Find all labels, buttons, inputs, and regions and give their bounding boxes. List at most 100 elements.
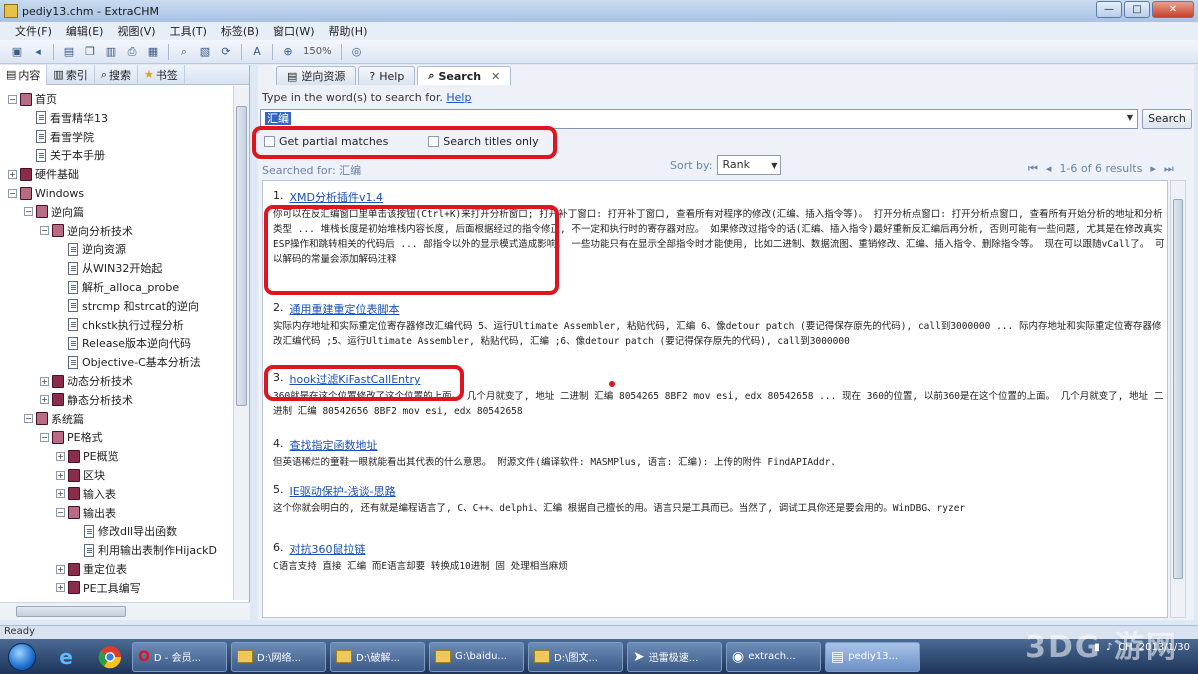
search-button[interactable]: Search xyxy=(1142,109,1192,129)
expand-icon[interactable]: + xyxy=(56,564,65,574)
tree-item[interactable]: − PE格式 xyxy=(40,428,103,446)
tree-item[interactable]: 从WIN32开始起 xyxy=(56,259,162,277)
tree-item[interactable]: + 硬件基础 xyxy=(8,165,79,183)
first-page-icon[interactable]: ⏮ xyxy=(1028,162,1038,176)
expand-icon[interactable]: + xyxy=(56,470,65,480)
tree-item[interactable]: Objective-C基本分析法 xyxy=(56,353,201,371)
taskbar-button[interactable]: ➤ 迅雷极速... xyxy=(627,641,722,672)
help-link[interactable]: Help xyxy=(446,91,471,104)
expand-icon[interactable]: + xyxy=(40,395,49,405)
maximize-button[interactable]: □ xyxy=(1124,1,1150,18)
taskbar-button[interactable]: G:\baidu... xyxy=(429,641,524,672)
collapse-icon[interactable]: − xyxy=(8,94,17,104)
start-button[interactable] xyxy=(0,639,44,674)
result-title-link[interactable]: XMD分析插件v1.4 xyxy=(290,189,384,205)
zoom-level[interactable]: 150% xyxy=(300,46,335,57)
tree-item[interactable]: 逆向资源 xyxy=(56,240,126,258)
tree-item[interactable]: − 逆向篇 xyxy=(24,203,84,221)
taskbar-button[interactable]: D:\图文... xyxy=(528,641,623,672)
taskbar-button[interactable]: D:\破解... xyxy=(330,641,425,672)
result-title-link[interactable]: IE驱动保护-浅谈-思路 xyxy=(290,483,396,499)
taskbar-button[interactable]: ◉ extrach... xyxy=(726,641,821,672)
tree-item[interactable]: 解析_alloca_probe xyxy=(56,278,179,296)
ie-icon[interactable]: e xyxy=(44,641,88,673)
close-tab-icon[interactable]: ✕ xyxy=(491,70,500,83)
tree-item[interactable]: − Windows xyxy=(8,184,84,202)
tree-item[interactable]: 关于本手册 xyxy=(24,146,105,164)
scrollbar-thumb[interactable] xyxy=(236,106,247,406)
tree-item[interactable]: + 静态分析技术 xyxy=(40,391,133,409)
export-icon[interactable]: ▦ xyxy=(144,43,162,61)
search-query[interactable]: 汇编 xyxy=(265,112,291,125)
result-title-link[interactable]: 查找指定函数地址 xyxy=(290,437,378,453)
tab-bookmarks[interactable]: ★ 书签 xyxy=(138,64,185,85)
expand-icon[interactable]: + xyxy=(56,451,65,461)
find-icon[interactable]: ⌕ xyxy=(175,43,193,61)
collapse-icon[interactable]: − xyxy=(8,188,17,198)
scrollbar-thumb[interactable] xyxy=(16,606,126,617)
menu-help[interactable]: 帮助(H) xyxy=(322,23,375,39)
result-title-link[interactable]: 通用重建重定位表脚本 xyxy=(290,301,400,317)
print-icon[interactable]: ⎙ xyxy=(123,43,141,61)
chrome-icon[interactable] xyxy=(88,641,132,673)
copy-icon[interactable]: ❐ xyxy=(81,43,99,61)
tree-item[interactable]: + 区块 xyxy=(56,466,105,484)
minimize-button[interactable]: — xyxy=(1096,1,1122,18)
tab-index[interactable]: ▥ 索引 xyxy=(47,64,95,85)
tree-vertical-scrollbar[interactable] xyxy=(233,86,249,600)
save-icon[interactable]: ▥ xyxy=(102,43,120,61)
collapse-icon[interactable]: − xyxy=(24,207,33,217)
open-icon[interactable]: ▣ xyxy=(8,43,26,61)
tree-item[interactable]: − 逆向分析技术 xyxy=(40,222,133,240)
tree-item[interactable]: − 首页 xyxy=(8,90,57,108)
sort-select[interactable]: Rank xyxy=(717,155,782,175)
prev-page-icon[interactable]: ◂ xyxy=(1046,162,1052,176)
scrollbar-thumb[interactable] xyxy=(1173,199,1183,579)
tab-reverse-resources[interactable]: ▤ 逆向资源 xyxy=(276,66,357,85)
page-icon[interactable]: ▤ xyxy=(60,43,78,61)
bookmark-icon[interactable]: ▧ xyxy=(196,43,214,61)
result-title-link[interactable]: 对抗360鼠拉链 xyxy=(290,541,366,557)
expand-icon[interactable]: + xyxy=(56,583,65,593)
back-icon[interactable]: ◂ xyxy=(29,43,47,61)
next-page-icon[interactable]: ▸ xyxy=(1150,162,1156,176)
tree-item[interactable]: 看雪学院 xyxy=(24,128,94,146)
results-scrollbar[interactable] xyxy=(1170,180,1186,618)
taskbar-button[interactable]: D:\网络... xyxy=(231,641,326,672)
tree-horizontal-scrollbar[interactable] xyxy=(0,602,250,620)
tree-item[interactable]: 利用输出表制作HijackD xyxy=(72,541,217,559)
collapse-icon[interactable]: − xyxy=(40,226,49,236)
tree-item[interactable]: + 重定位表 xyxy=(56,560,127,578)
expand-icon[interactable]: + xyxy=(8,169,17,179)
tree-item[interactable]: chkstk执行过程分析 xyxy=(56,316,184,334)
menu-window[interactable]: 窗口(W) xyxy=(266,23,321,39)
tree-item[interactable]: +PE文件加载 xyxy=(56,598,141,600)
chevron-down-icon[interactable]: ▼ xyxy=(1127,113,1133,122)
collapse-icon[interactable]: − xyxy=(24,414,33,424)
font-icon[interactable]: A xyxy=(248,43,266,61)
expand-icon[interactable]: + xyxy=(40,376,49,386)
tree-item[interactable]: 看雪精华13 xyxy=(24,109,108,127)
menu-edit[interactable]: 编辑(E) xyxy=(59,23,111,39)
sync-icon[interactable]: ⟳ xyxy=(217,43,235,61)
menu-file[interactable]: 文件(F) xyxy=(8,23,59,39)
collapse-icon[interactable]: − xyxy=(40,432,49,442)
tree-item[interactable]: + 动态分析技术 xyxy=(40,372,133,390)
collapse-icon[interactable]: − xyxy=(56,508,65,518)
tree-item[interactable]: − 系统篇 xyxy=(24,410,84,428)
tree-item[interactable]: + 输入表 xyxy=(56,485,116,503)
tab-help[interactable]: ? Help xyxy=(358,66,416,85)
tree-item[interactable]: + PE概览 xyxy=(56,447,119,465)
menu-bookmarks[interactable]: 标签(B) xyxy=(214,23,266,39)
tab-search[interactable]: ⌕ Search ✕ xyxy=(417,66,512,85)
tab-contents[interactable]: ▤ 内容 xyxy=(0,64,48,85)
options-icon[interactable]: ◎ xyxy=(348,43,366,61)
taskbar-button[interactable]: ▤ pediy13... xyxy=(825,641,920,672)
tree-item[interactable]: + PE工具编写 xyxy=(56,579,141,597)
menu-view[interactable]: 视图(V) xyxy=(110,23,162,39)
taskbar-button[interactable]: OD - 会员... xyxy=(132,641,227,672)
tree-item[interactable]: − 输出表 xyxy=(56,504,116,522)
tree-item[interactable]: Release版本逆向代码 xyxy=(56,334,191,352)
close-button[interactable]: ✕ xyxy=(1152,1,1194,18)
tree-item[interactable]: strcmp 和strcat的逆向 xyxy=(56,297,199,315)
